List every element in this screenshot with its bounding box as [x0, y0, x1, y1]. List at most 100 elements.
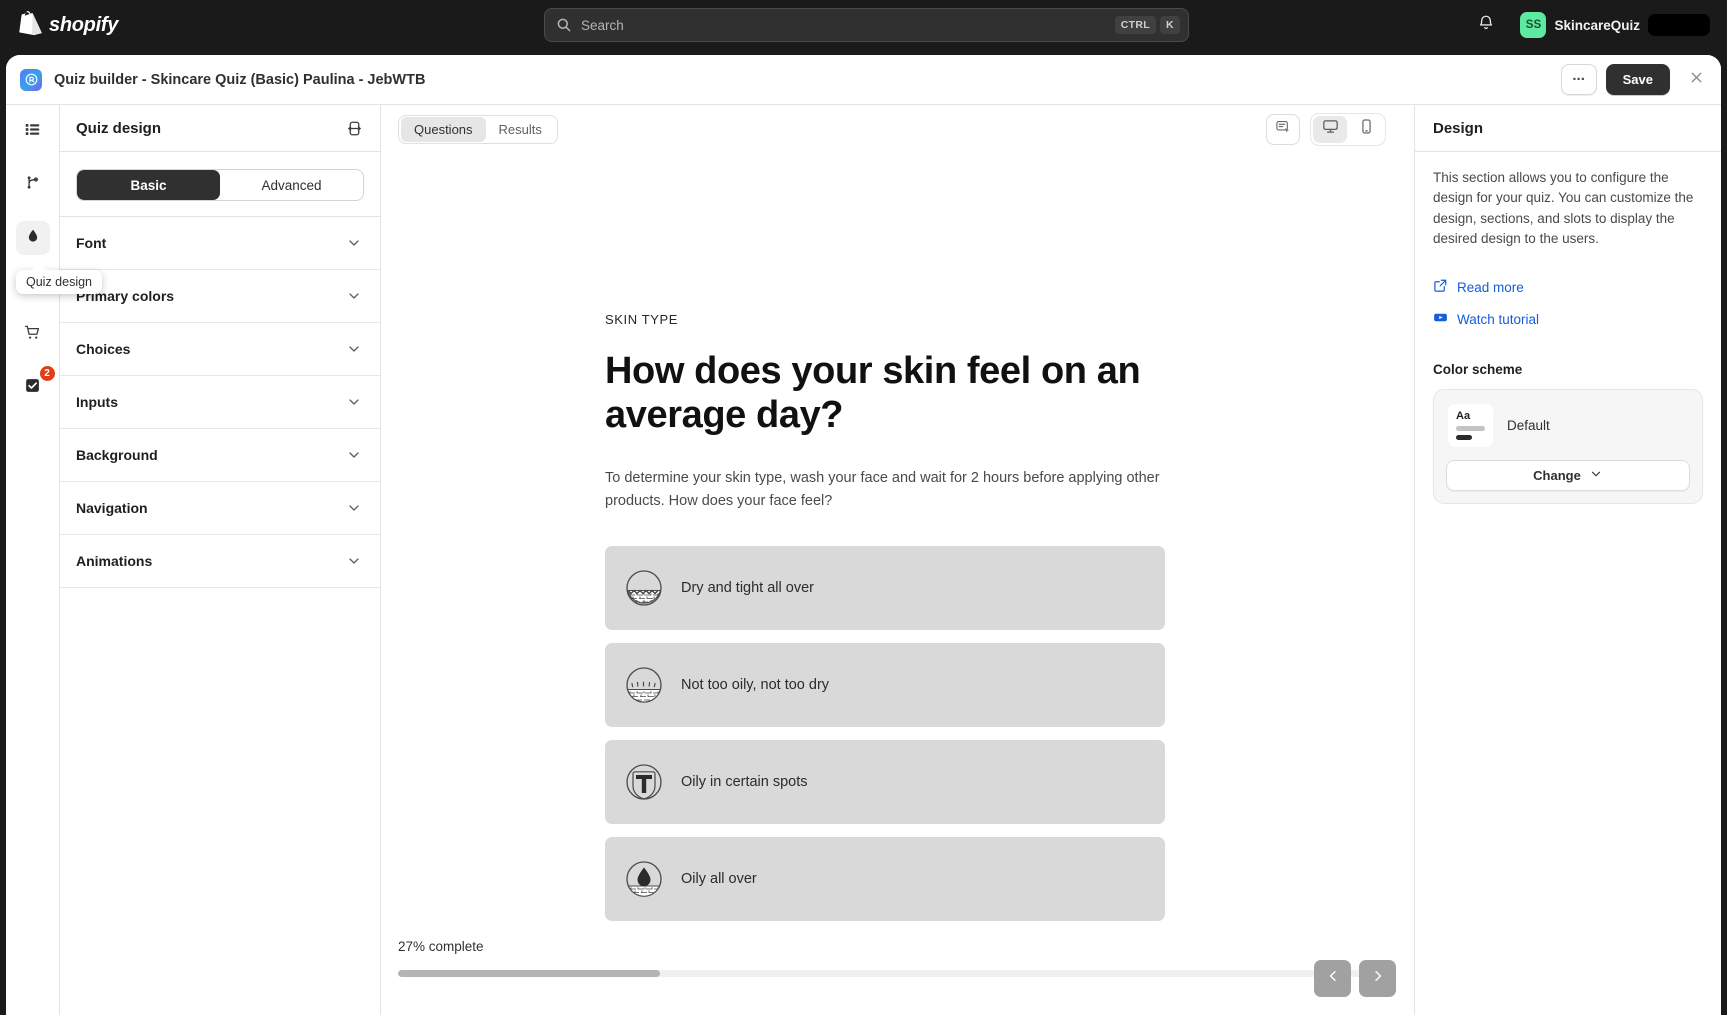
chevron-down-icon: [346, 553, 362, 569]
quiz-choice-option[interactable]: Oily in certain spots: [605, 740, 1165, 825]
accordion-navigation[interactable]: Navigation: [60, 482, 380, 535]
color-scheme-name: Default: [1507, 418, 1550, 433]
quiz-progress-area: 27% complete: [381, 895, 1414, 1015]
list-icon: [24, 121, 41, 143]
quiz-choice-label: Oily all over: [681, 871, 757, 888]
chevron-down-icon: [1589, 467, 1603, 484]
preview-canvas-area: Questions Results SKIN TYPE How does you…: [381, 105, 1414, 1015]
quiz-content: SKIN TYPE How does your skin feel on an …: [605, 312, 1165, 922]
design-panel-description: This section allows you to configure the…: [1433, 170, 1694, 246]
kbd-ctrl: CTRL: [1114, 16, 1156, 34]
quiz-choices-list: Dry and tight all over Not too oily, not…: [605, 546, 1165, 922]
save-button[interactable]: Save: [1605, 64, 1670, 95]
progress-bar-fill: [398, 970, 661, 977]
more-actions-button[interactable]: ...: [1560, 64, 1597, 95]
preview-select-icon: [1275, 119, 1291, 140]
color-scheme-swatch: Aa: [1448, 404, 1493, 447]
segment-advanced[interactable]: Advanced: [220, 170, 363, 200]
quiz-builder-modal: Quiz builder - Skincare Quiz (Basic) Pau…: [6, 55, 1721, 1015]
chevron-down-icon: [346, 235, 362, 251]
watch-tutorial-link[interactable]: Watch tutorial: [1433, 310, 1703, 328]
accordion-inputs[interactable]: Inputs: [60, 376, 380, 429]
tab-results[interactable]: Results: [486, 117, 555, 142]
accordion-background[interactable]: Background: [60, 429, 380, 482]
chevron-down-icon: [346, 394, 362, 410]
droplet-icon: [25, 228, 41, 249]
segment-control: Basic Advanced: [76, 169, 364, 201]
quiz-design-panel: Quiz design Basic Advanced Font Primary …: [60, 105, 381, 1015]
progress-label: 27% complete: [398, 939, 484, 954]
dry-skin-icon: [623, 567, 665, 609]
shopify-logo[interactable]: shopify: [16, 11, 118, 39]
desktop-icon: [1322, 118, 1339, 140]
change-color-scheme-button[interactable]: Change: [1446, 460, 1690, 491]
next-question-button[interactable]: [1359, 960, 1396, 997]
quiz-design-panel-header: Quiz design: [60, 105, 380, 152]
swatch-sample-text: Aa: [1456, 410, 1471, 422]
search-shortcut: CTRL K: [1114, 16, 1180, 34]
device-toggle-group: [1266, 112, 1386, 146]
oily-skin-icon: [623, 858, 665, 900]
notifications-button[interactable]: [1471, 10, 1501, 40]
color-scheme-title: Color scheme: [1433, 362, 1523, 377]
redacted-block: [1648, 14, 1710, 36]
store-menu-button[interactable]: SS SkincareQuiz: [1515, 9, 1715, 41]
search-input[interactable]: Search CTRL K: [544, 8, 1189, 42]
device-desktop-button[interactable]: [1313, 115, 1347, 143]
store-name: SkincareQuiz: [1554, 17, 1640, 33]
previous-question-button[interactable]: [1314, 960, 1351, 997]
quiz-nav-buttons: [1314, 960, 1396, 997]
youtube-icon: [1433, 310, 1448, 328]
quiz-question-title: How does your skin feel on an average da…: [605, 350, 1141, 437]
segment-basic[interactable]: Basic: [77, 170, 220, 200]
normal-skin-icon: [623, 664, 665, 706]
accordion-font[interactable]: Font: [60, 217, 380, 270]
canvas-toolbar: Questions Results: [381, 105, 1414, 153]
external-link-icon: [1433, 278, 1448, 296]
quiz-choice-option[interactable]: Dry and tight all over: [605, 546, 1165, 631]
design-panel-header: Design: [1415, 105, 1721, 152]
modal-actions: ... Save: [1560, 64, 1711, 95]
design-mode-segment: Basic Advanced: [60, 152, 380, 217]
quiz-choice-label: Not too oily, not too dry: [681, 677, 830, 694]
accordion-choices[interactable]: Choices: [60, 323, 380, 376]
read-more-label: Read more: [1457, 279, 1524, 295]
mobile-icon: [1358, 118, 1375, 140]
rail-item-tasks[interactable]: 2: [16, 365, 56, 405]
quiz-preview: SKIN TYPE How does your skin feel on an …: [381, 153, 1414, 1015]
shopify-wordmark: shopify: [49, 13, 119, 36]
icon-rail: 2 Quiz design: [6, 105, 103, 1015]
accordion-animations[interactable]: Animations: [60, 535, 380, 588]
design-panel-body: This section allows you to configure the…: [1415, 152, 1721, 504]
resize-horizontal-icon[interactable]: [342, 116, 366, 140]
rail-item-questions[interactable]: [16, 115, 50, 149]
quiz-choice-label: Oily in certain spots: [681, 774, 808, 791]
read-more-link[interactable]: Read more: [1433, 278, 1703, 296]
cart-icon: [24, 324, 41, 346]
quiz-choice-option[interactable]: Not too oily, not too dry: [605, 643, 1165, 728]
rail-item-quiz-design[interactable]: [15, 221, 50, 255]
close-button[interactable]: [1681, 65, 1711, 95]
rail-item-products[interactable]: [16, 318, 50, 352]
shopify-topbar: shopify Search CTRL K SS SkincareQuiz: [0, 0, 1727, 50]
canvas-tabs: Questions Results: [398, 114, 558, 144]
accordion-label: Navigation: [76, 500, 148, 516]
search-icon: [556, 17, 572, 33]
branch-icon: [24, 174, 41, 196]
quiz-question-description: To determine your skin type, wash your f…: [605, 470, 1160, 509]
rail-item-logic[interactable]: [16, 168, 50, 202]
preview-select-button[interactable]: [1266, 113, 1300, 145]
chevron-right-icon: [1370, 968, 1386, 989]
device-switcher: [1310, 112, 1386, 146]
topbar-right: SS SkincareQuiz: [1471, 0, 1715, 50]
accordion-primary-colors[interactable]: Primary colors: [60, 270, 380, 323]
accordion-label: Inputs: [76, 394, 118, 410]
color-scheme-card: Aa Default Change: [1433, 389, 1703, 504]
device-mobile-button[interactable]: [1349, 116, 1383, 143]
chevron-left-icon: [1325, 968, 1341, 989]
app-icon: [20, 68, 42, 91]
tab-questions[interactable]: Questions: [401, 116, 486, 142]
design-panel-title: Design: [1433, 119, 1484, 137]
modal-body: 2 Quiz design Quiz design Basic Advanced: [6, 104, 1721, 1015]
progress-bar: [398, 970, 1370, 977]
